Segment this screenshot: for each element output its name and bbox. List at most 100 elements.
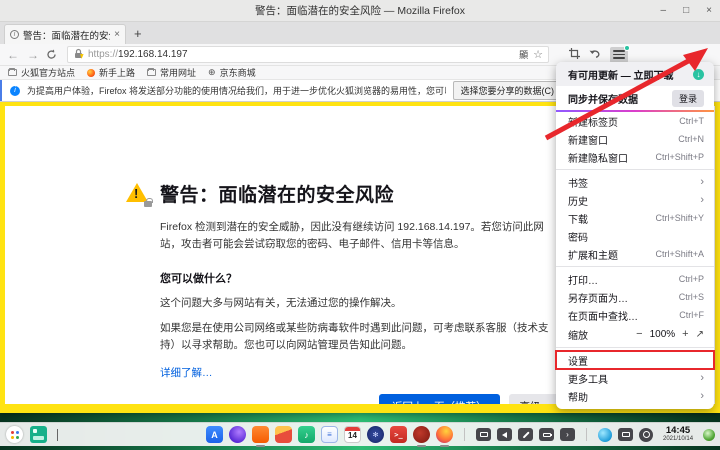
- close-button[interactable]: ×: [706, 6, 712, 16]
- fullscreen-icon[interactable]: ↗: [696, 329, 704, 340]
- app-launcher-icon[interactable]: [6, 426, 23, 443]
- active-tab[interactable]: i 警告：面临潜在的安全风险 ×: [4, 24, 126, 44]
- firefox-taskbar-icon[interactable]: [436, 426, 453, 447]
- display-icon[interactable]: [618, 428, 633, 441]
- menu-hamburger-button[interactable]: [610, 44, 630, 63]
- learn-more-link[interactable]: 详细了解…: [160, 365, 213, 380]
- sign-in-button[interactable]: 登录: [671, 89, 704, 107]
- volume-icon[interactable]: [497, 428, 512, 441]
- menu-item-downloads[interactable]: 下载 Ctrl+Shift+Y: [556, 209, 714, 227]
- new-tab-button[interactable]: +: [134, 26, 142, 44]
- pen-tablet-icon[interactable]: [518, 428, 533, 441]
- music-app-icon[interactable]: ♪: [298, 426, 315, 443]
- battery-icon[interactable]: [539, 428, 554, 441]
- zoom-in-button[interactable]: +: [682, 328, 688, 340]
- chevron-right-icon: ›: [700, 193, 704, 206]
- url-text[interactable]: https://192.168.14.197: [88, 49, 515, 60]
- tab-close-icon[interactable]: ×: [114, 29, 120, 40]
- taskbar: A ♪ ≡ 14 ✻ >_ › 14:45 2021/10/14: [0, 422, 720, 447]
- page-title: 警告：面临潜在的安全风险: [160, 185, 395, 206]
- network-icon[interactable]: [598, 427, 612, 442]
- firefox-dot-icon: [87, 68, 96, 77]
- notification-text: 为提高用户体验，Firefox 将发送部分功能的使用情况给我们，用于进一步优化火…: [27, 86, 446, 96]
- time-label: 14:45: [665, 425, 691, 437]
- documents-app-icon[interactable]: ≡: [321, 426, 338, 443]
- taskbar-cursor: [57, 428, 58, 441]
- kylin-badge-icon[interactable]: ✻: [367, 426, 384, 443]
- jd-site-icon: ⊕: [208, 67, 216, 77]
- tab-bar: i 警告：面临潜在的安全风险 × +: [0, 22, 720, 44]
- folder-icon: [147, 68, 157, 76]
- bookmark-getting-started[interactable]: 新手上路: [87, 66, 135, 79]
- chevron-right-icon: ›: [700, 371, 704, 384]
- date-label: 2021/10/14: [663, 436, 694, 443]
- power-icon[interactable]: [639, 427, 653, 442]
- menu-item-settings[interactable]: 设置: [555, 350, 715, 370]
- maximize-button[interactable]: □: [683, 6, 689, 16]
- warning-paragraph-2: 这个问题大多与网站有关，无法通过您的操作解决。: [160, 296, 402, 309]
- forward-icon[interactable]: →: [26, 48, 40, 62]
- app-store-icon[interactable]: A: [206, 426, 223, 443]
- reload-icon[interactable]: [46, 49, 57, 60]
- info-icon: i: [10, 85, 20, 96]
- security-center-icon[interactable]: [703, 428, 716, 441]
- menu-update-row[interactable]: 有可用更新 — 立即下载 ↓: [556, 62, 714, 86]
- menu-item-passwords[interactable]: 密码: [556, 227, 714, 245]
- menu-item-bookmarks[interactable]: 书签 ›: [556, 173, 714, 191]
- menu-item-new-tab[interactable]: 新建标签页 Ctrl+T: [556, 112, 714, 130]
- choose-data-button[interactable]: 选择您要分享的数据(C): [452, 81, 562, 100]
- url-scheme: https://: [88, 49, 119, 60]
- minimize-button[interactable]: –: [661, 6, 667, 16]
- chevron-right-icon: ›: [700, 175, 704, 188]
- advanced-button[interactable]: 高级…: [508, 393, 562, 404]
- url-host: 192.168.14.197: [118, 49, 188, 60]
- folder-icon: [8, 68, 17, 76]
- wps-app-icon[interactable]: [413, 426, 430, 447]
- menu-sync-row[interactable]: 同步并保存数据 登录: [556, 86, 714, 110]
- menu-item-save-page-as[interactable]: 另存页面为… Ctrl+S: [556, 288, 714, 306]
- menu-item-find-in-page[interactable]: 在页面中查找… Ctrl+F: [556, 306, 714, 324]
- update-available-dot: [624, 44, 630, 51]
- menu-item-zoom: 缩放 − 100% + ↗: [568, 328, 704, 342]
- menu-item-new-window[interactable]: 新建窗口 Ctrl+N: [556, 130, 714, 148]
- app-menu-panel: 有可用更新 — 立即下载 ↓ 同步并保存数据 登录 新建标签页 Ctrl+T 新建…: [555, 62, 715, 409]
- bookmark-jd[interactable]: ⊕ 京东商城: [208, 66, 256, 79]
- tab-title: 警告：面临潜在的安全风险: [23, 30, 110, 42]
- bookmark-star-icon[interactable]: ☆: [533, 48, 543, 61]
- title-bar: 警告：面临潜在的安全风险 — Mozilla Firefox – □ ×: [0, 0, 720, 22]
- menu-item-more-tools[interactable]: 更多工具 ›: [556, 369, 714, 387]
- taskbar-separator: [586, 428, 587, 441]
- browser-app-icon[interactable]: [229, 426, 246, 443]
- menu-item-addons-themes[interactable]: 扩展和主题 Ctrl+Shift+A: [556, 245, 714, 263]
- window-controls: – □ ×: [661, 0, 712, 22]
- zoom-out-button[interactable]: −: [636, 328, 642, 340]
- menu-item-help[interactable]: 帮助 ›: [556, 387, 714, 405]
- menu-divider: [556, 169, 714, 170]
- tray-expand-icon[interactable]: ›: [560, 428, 575, 441]
- input-method-icon[interactable]: [476, 428, 491, 441]
- translate-icon[interactable]: 顯: [519, 48, 528, 61]
- warning-triangle-lock-icon: [126, 183, 153, 207]
- window-title: 警告：面临潜在的安全风险 — Mozilla Firefox: [254, 5, 465, 17]
- url-bar[interactable]: https://192.168.14.197 顯 ☆: [67, 46, 549, 63]
- menu-item-history[interactable]: 历史 ›: [556, 191, 714, 209]
- info-favicon-icon: i: [10, 30, 19, 39]
- bookmark-folder-official[interactable]: 火狐官方站点: [8, 66, 75, 79]
- terminal-app-icon[interactable]: >_: [390, 426, 407, 443]
- bookmark-folder-common[interactable]: 常用网址: [147, 66, 196, 79]
- menu-item-new-private-window[interactable]: 新建隐私窗口 Ctrl+Shift+P: [556, 148, 714, 166]
- photos-app-icon[interactable]: [275, 426, 292, 443]
- clock[interactable]: 14:45 2021/10/14: [663, 426, 693, 442]
- screenshot-crop-icon[interactable]: [569, 46, 580, 64]
- update-download-icon: ↓: [693, 68, 704, 80]
- software-center-icon[interactable]: [252, 426, 269, 447]
- go-back-button[interactable]: 返回上一页（推荐）: [379, 393, 500, 404]
- calendar-app-icon[interactable]: 14: [344, 426, 361, 443]
- restore-undo-icon[interactable]: [589, 46, 601, 64]
- file-manager-icon[interactable]: [30, 426, 47, 443]
- back-icon[interactable]: ←: [6, 48, 20, 62]
- lock-warning-icon[interactable]: [73, 46, 84, 64]
- zoom-level-value[interactable]: 100%: [650, 329, 676, 340]
- menu-divider: [556, 347, 714, 348]
- menu-item-print[interactable]: 打印… Ctrl+P: [556, 270, 714, 288]
